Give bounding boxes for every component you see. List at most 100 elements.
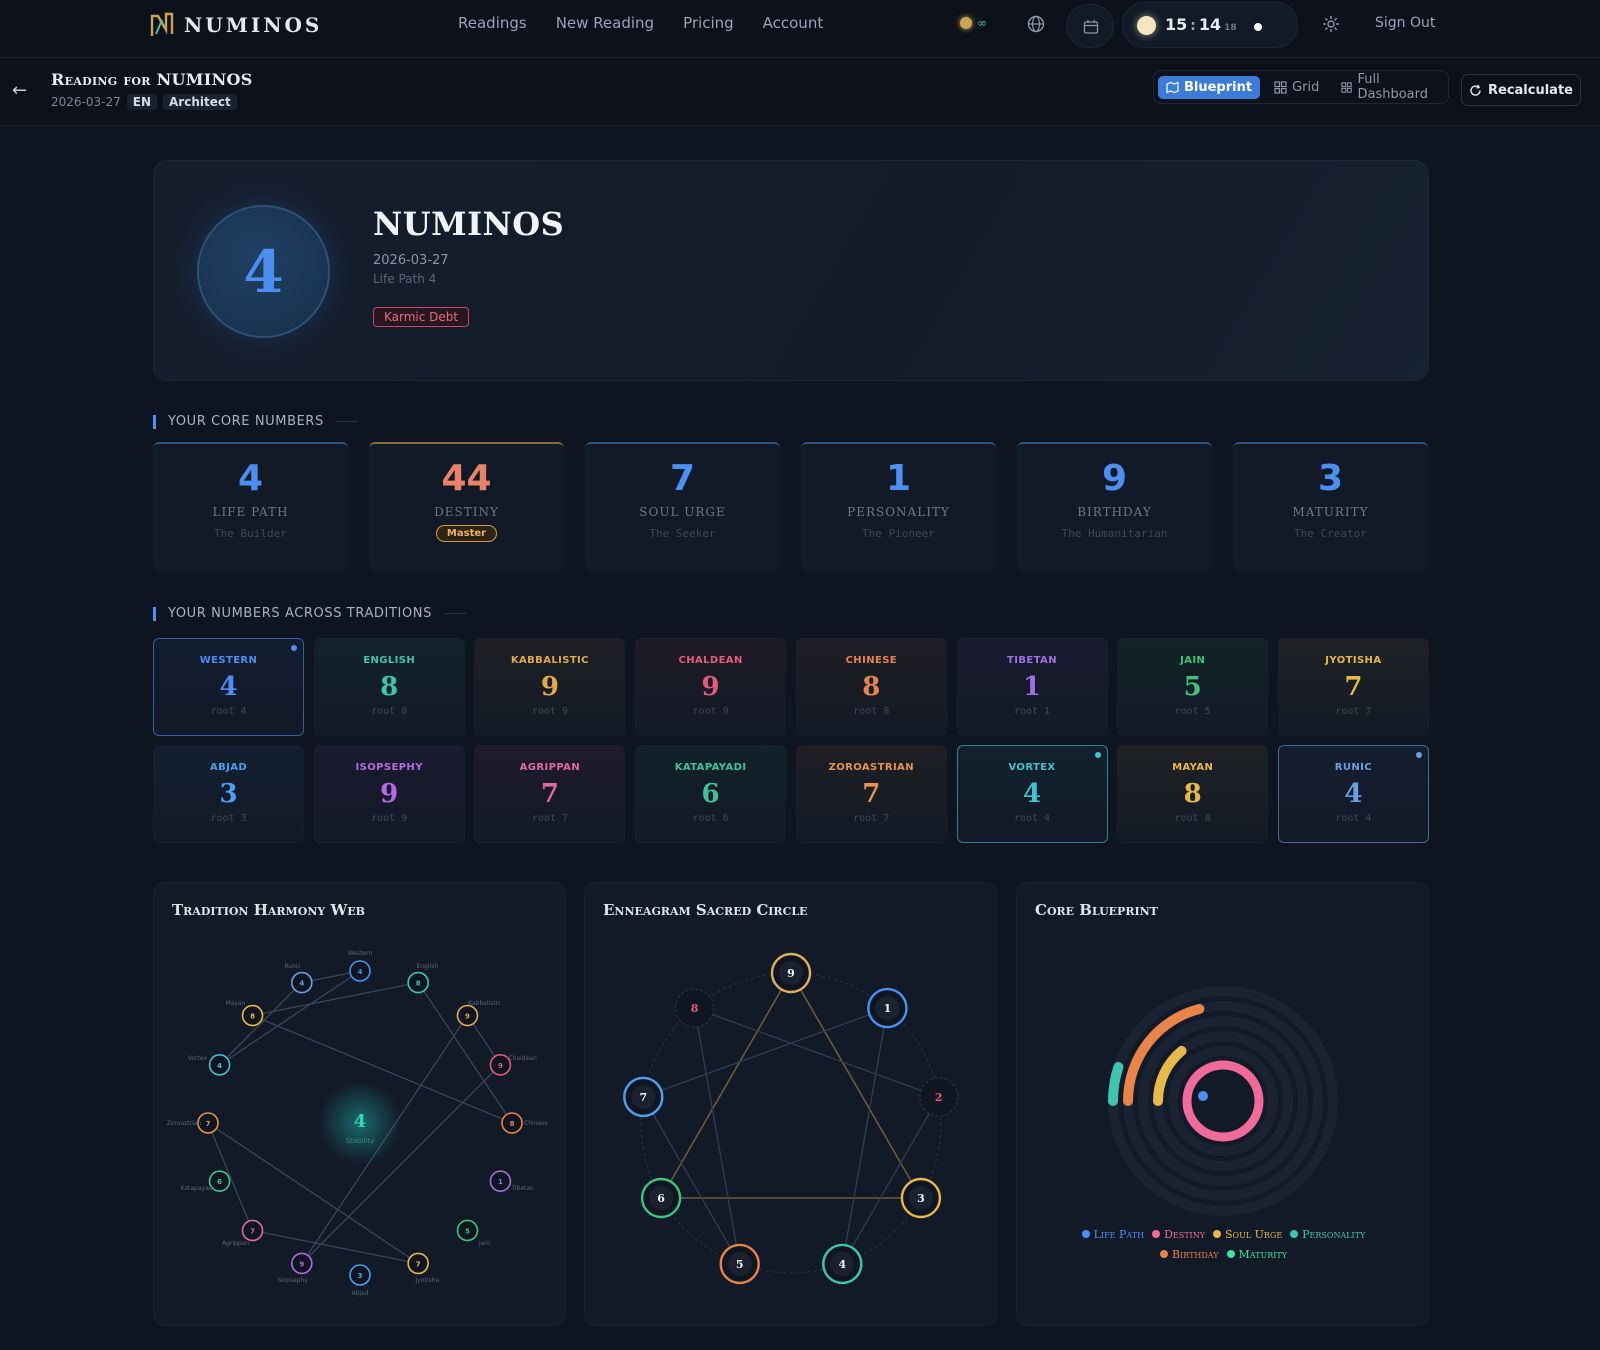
harmony-node-chinese[interactable]: 8 Chinese [501, 1112, 548, 1134]
tradition-card-jyotisha[interactable]: JYOTISHA 7 root 7 [1277, 638, 1429, 736]
nav-account[interactable]: Account [763, 14, 824, 32]
tradition-number: 9 [701, 672, 720, 702]
back-arrow-icon[interactable]: ← [12, 80, 27, 101]
tradition-card-kabbalistic[interactable]: KABBALISTIC 9 root 9 [474, 638, 626, 736]
harmony-node-agrippan[interactable]: 7Agrippan [222, 1219, 264, 1247]
legend-dot-icon [1226, 1250, 1235, 1258]
tradition-card-agrippan[interactable]: AGRIPPAN 7 root 7 [474, 745, 626, 843]
enneagram-node-6[interactable]: 6 [640, 1177, 682, 1219]
clock-widget[interactable]: 15 : 14 18 [1122, 2, 1298, 48]
enneagram-panel: Enneagram Sacred Circle 912345678 [584, 882, 997, 1326]
sign-out-link[interactable]: Sign Out [1375, 15, 1435, 31]
core-card-life-path[interactable]: 4 LIFE PATH The Builder [153, 442, 348, 572]
nav-new-reading[interactable]: New Reading [556, 14, 654, 32]
harmony-node-isopsephy[interactable]: 9 Isopsephy [277, 1252, 313, 1284]
tradition-card-zoroastrian[interactable]: ZOROASTRIAN 7 root 7 [795, 745, 947, 843]
calendar-icon [1083, 20, 1099, 34]
core-card-destiny[interactable]: 44 DESTINY Master [369, 442, 564, 572]
core-card-soul-urge[interactable]: 7 SOUL URGE The Seeker [585, 442, 780, 572]
enneagram-node-5[interactable]: 5 [719, 1243, 760, 1285]
harmony-node-label: Isopsephy [277, 1277, 308, 1284]
harmony-node-vortex[interactable]: 4 Vortex [188, 1054, 231, 1076]
enneagram-node-7[interactable]: 7 [623, 1076, 664, 1118]
harmony-node-number: 7 [206, 1120, 211, 1128]
nav-pricing[interactable]: Pricing [683, 14, 734, 32]
core-archetype: The Seeker [649, 527, 716, 540]
recalculate-button[interactable]: Recalculate [1461, 74, 1581, 106]
tradition-root: root 3 [210, 813, 247, 824]
nav-readings[interactable]: Readings [458, 14, 527, 32]
harmony-node-western[interactable]: 4 Western [348, 950, 373, 982]
legend-dot-icon [1212, 1230, 1221, 1238]
tradition-card-chaldean[interactable]: CHALDEAN 9 root 9 [635, 638, 787, 736]
core-number: 44 [441, 458, 492, 499]
reading-meta: 2026-03-27 EN Architect [51, 94, 237, 110]
credits-value: ∞ [977, 16, 987, 30]
harmony-node-tibetan[interactable]: 1 Tibetan [489, 1170, 534, 1192]
tradition-card-abjad[interactable]: ABJAD 3 root 3 [153, 745, 304, 843]
hero-card: 4 NUMINOS 2026-03-27 Life Path 4 Karmic … [153, 160, 1429, 381]
tradition-card-katapayadi[interactable]: KATAPAYADI 6 root 6 [635, 745, 787, 843]
logo[interactable]: NUMINOS [150, 12, 322, 38]
enneagram-node-2[interactable]: 2 [919, 1077, 959, 1117]
tradition-number: 7 [1344, 672, 1363, 702]
legend-dot-icon [1290, 1230, 1299, 1238]
harmony-node-runic[interactable]: 4 Runic [284, 963, 313, 994]
tradition-number: 4 [1022, 779, 1042, 809]
tradition-card-vortex[interactable]: VORTEX 4 root 4 [956, 745, 1108, 843]
enneagram-node-number: 8 [691, 1002, 699, 1015]
tradition-card-mayan[interactable]: MAYAN 8 root 8 [1117, 745, 1269, 843]
tradition-root: root 5 [1174, 706, 1211, 717]
refresh-icon [1470, 84, 1481, 96]
sun-moon-icon [1137, 16, 1156, 35]
calendar-button[interactable] [1066, 4, 1114, 48]
credits-indicator[interactable]: ∞ [960, 16, 987, 30]
harmony-node-label: English [417, 963, 439, 970]
core-card-birthday[interactable]: 9 BIRTHDAY The Humanitarian [1017, 442, 1212, 572]
core-archetype: The Creator [1294, 527, 1367, 540]
tradition-name: ZOROASTRIAN [828, 762, 914, 773]
view-full-dashboard-button[interactable]: Full Dashboard [1333, 68, 1448, 106]
harmony-node-jain[interactable]: 5 Jain [456, 1219, 490, 1247]
harmony-node-kabbalistic[interactable]: 9 Kabbalistic [456, 1000, 501, 1027]
enneagram-node-4[interactable]: 4 [822, 1243, 863, 1285]
globe-icon[interactable] [1027, 15, 1045, 33]
harmony-web-chart: 4Stability4Western8English9Kabbalistic9C… [167, 950, 549, 1297]
core-archetype: The Builder [214, 527, 287, 540]
harmony-node-jyotisha[interactable]: 7 Jyotisha [407, 1252, 439, 1284]
harmony-node-mayan[interactable]: 8 Mayan [226, 1000, 264, 1027]
tradition-name: KATAPAYADI [674, 762, 747, 773]
view-blueprint-button[interactable]: Blueprint [1158, 75, 1261, 99]
enneagram-node-3[interactable]: 3 [900, 1177, 942, 1219]
harmony-node-zoroastrian[interactable]: 7 Zoroastrian [167, 1112, 219, 1134]
tradition-card-western[interactable]: WESTERN 4 root 4 [153, 638, 304, 736]
enneagram-node-number: 7 [639, 1091, 647, 1104]
tradition-number: 8 [380, 672, 399, 702]
tradition-number: 4 [1344, 779, 1363, 809]
legend-label: Maturity [1238, 1248, 1288, 1261]
harmony-node-english[interactable]: 8 English [407, 963, 439, 994]
tradition-root: root 9 [692, 706, 729, 717]
tradition-card-jain[interactable]: JAIN 5 root 5 [1117, 638, 1269, 736]
dashboard-icon [1341, 81, 1353, 93]
settings-gear-icon[interactable] [1322, 15, 1340, 37]
tradition-card-tibetan[interactable]: TIBETAN 1 root 1 [956, 638, 1108, 736]
enneagram-node-1[interactable]: 1 [867, 987, 908, 1029]
core-card-personality[interactable]: 1 PERSONALITY The Pioneer [801, 442, 996, 572]
harmony-node-number: 8 [416, 980, 421, 988]
karmic-debt-badge: Karmic Debt [373, 307, 470, 327]
harmony-node-katapayadi[interactable]: 6Katapayadi [181, 1170, 231, 1192]
enneagram-node-8[interactable]: 8 [674, 988, 715, 1028]
harmony-node-chaldean[interactable]: 9 Chaldean [489, 1054, 537, 1076]
harmony-node-abjad[interactable]: 3 Abjad [349, 1264, 371, 1297]
view-grid-button[interactable]: Grid [1266, 76, 1327, 99]
view-switcher: Blueprint Grid Full Dashboard [1153, 70, 1449, 104]
top-navbar: NUMINOS Readings New Reading Pricing Acc… [0, 0, 1600, 58]
tradition-card-chinese[interactable]: CHINESE 8 root 8 [795, 638, 947, 736]
tradition-card-isopsephy[interactable]: ISOPSEPHY 9 root 9 [313, 745, 465, 843]
core-card-maturity[interactable]: 3 MATURITY The Creator [1233, 442, 1428, 572]
enneagram-node-9[interactable]: 9 [770, 952, 812, 994]
tradition-card-runic[interactable]: RUNIC 4 root 4 [1277, 745, 1429, 843]
clock-minutes: 14 [1198, 15, 1222, 34]
tradition-card-english[interactable]: ENGLISH 8 root 8 [313, 638, 465, 736]
